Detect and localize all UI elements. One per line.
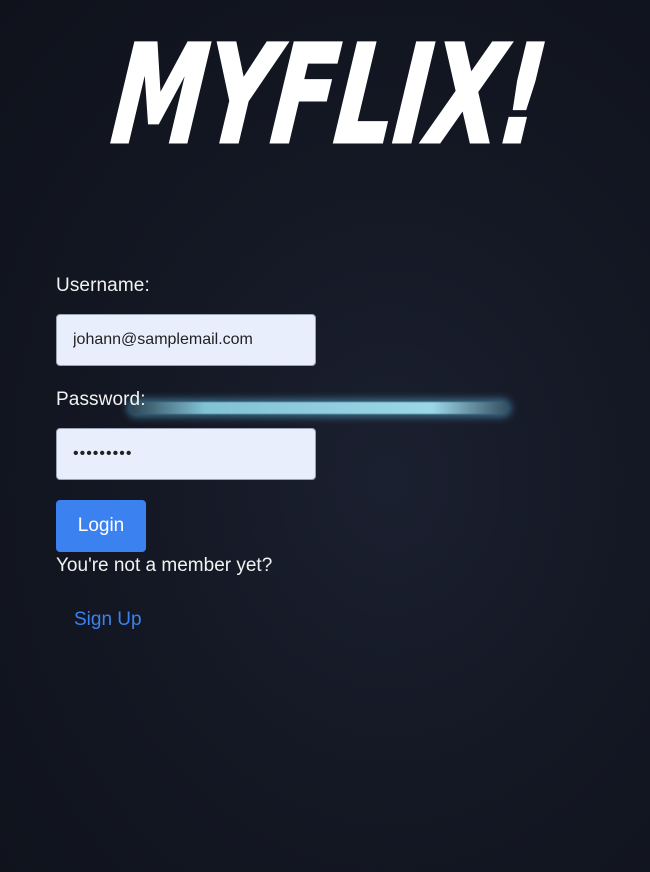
myflix-logo: MYFLIX! xyxy=(105,15,555,164)
sign-up-link[interactable]: Sign Up xyxy=(74,609,142,631)
username-label: Username: xyxy=(56,275,150,296)
member-prompt: You're not a member yet? xyxy=(56,555,273,576)
password-label: Password: xyxy=(56,389,146,410)
password-input[interactable] xyxy=(56,428,316,480)
decorative-glow-line xyxy=(130,402,508,414)
login-button[interactable]: Login xyxy=(56,500,146,552)
logo-text: MYFLIX! xyxy=(106,16,553,164)
username-input[interactable] xyxy=(56,314,316,366)
